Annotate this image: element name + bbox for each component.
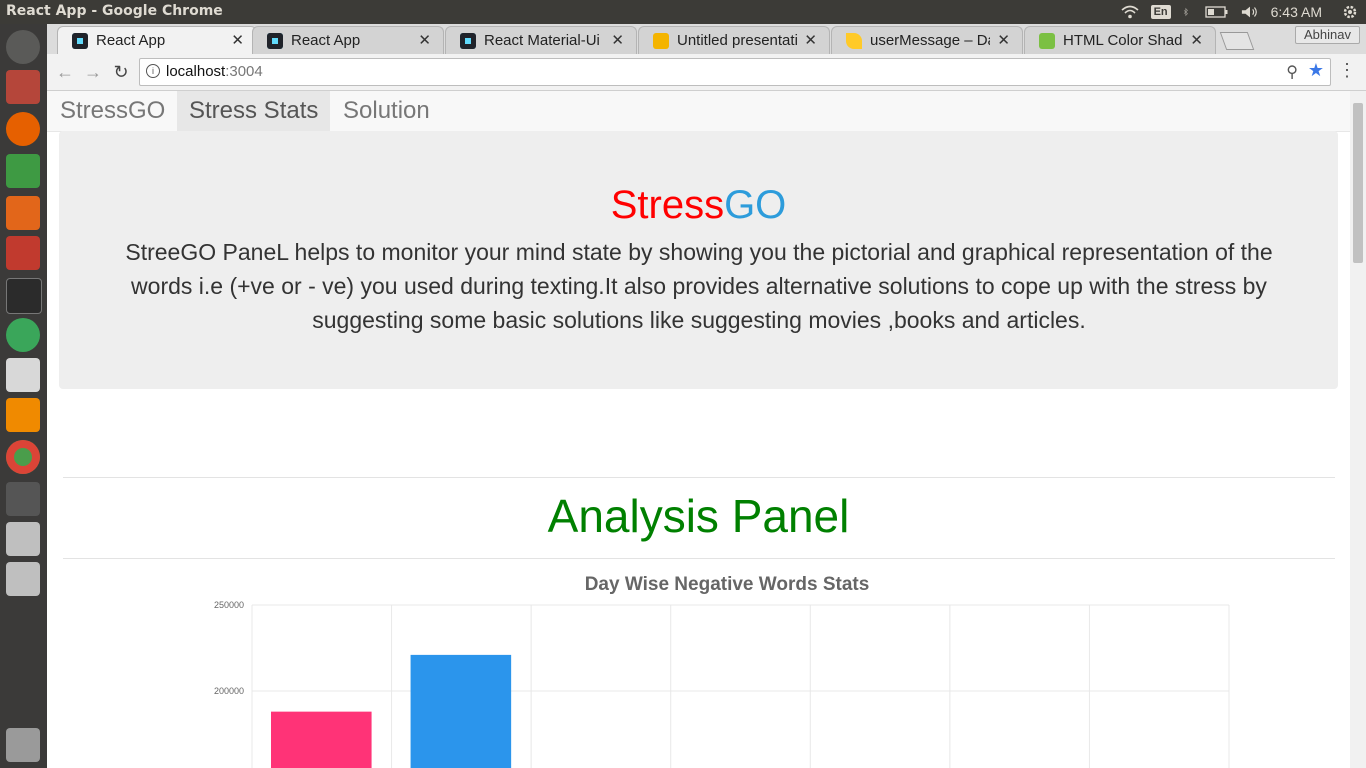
react-icon [72,33,88,49]
bluetooth-icon[interactable] [1183,5,1193,19]
tab-label: React App [291,32,361,49]
url-port: :3004 [225,63,263,80]
atom-editor-icon[interactable] [6,318,40,352]
new-tab-button[interactable] [1219,32,1255,50]
tab-label: Untitled presentati [677,32,797,49]
react-icon [267,33,283,49]
url-host: localhost [166,63,226,80]
page-scrollbar[interactable] [1350,91,1366,768]
close-icon[interactable]: ✕ [997,31,1010,49]
site-info-icon[interactable]: i [146,64,160,78]
tab-untitled-presentation[interactable]: Untitled presentati ✕ [638,26,830,55]
tab-react-material-ui[interactable]: React Material-Ui K ✕ [445,26,637,55]
title-go: GO [724,183,787,227]
tab-label: React Material-Ui K [484,32,604,49]
disk-drive-icon[interactable] [6,522,40,556]
trash-icon[interactable] [6,728,40,762]
tab-label: React App [96,32,166,49]
files-icon[interactable] [6,70,40,104]
browser-toolbar: ← → ↻ i localhost:3004 ⚲ ★ ⋮ [47,54,1366,91]
installer-icon[interactable] [6,358,40,392]
nav-stress-stats[interactable]: Stress Stats [177,91,331,131]
terminal-icon[interactable] [6,278,42,314]
jumbotron-description: StreeGO PaneL helps to monitor your mind… [125,239,1273,333]
scrollbar-thumb[interactable] [1353,103,1363,263]
disk-drive-icon[interactable] [6,562,40,596]
close-icon[interactable]: ✕ [1190,31,1203,49]
wifi-icon[interactable] [1121,5,1139,19]
address-bar[interactable]: i localhost:3004 ⚲ ★ [139,58,1331,86]
color-shades-icon [1039,33,1055,49]
tab-react-app[interactable]: React App ✕ [252,26,444,55]
unity-launcher [0,24,47,768]
vlc-icon[interactable] [6,398,40,432]
y-tick-label: 250000 [214,600,244,610]
tab-react-app-active[interactable]: React App ✕ [57,26,257,55]
tab-strip: React App ✕ React App ✕ React Material-U… [47,24,1366,55]
page-viewport: StressGO Stress Stats Solution StressGO … [47,91,1350,768]
forward-arrow-icon[interactable]: → [83,62,103,82]
zoom-magnifier-icon[interactable]: ⚲ [1286,62,1298,82]
close-icon[interactable]: ✕ [804,31,817,49]
intro-jumbotron: StressGO StreeGO PaneL helps to monitor … [59,131,1338,389]
title-stress: Stress [610,183,725,227]
tab-user-message[interactable]: userMessage – Data ✕ [831,26,1023,55]
system-tools-icon[interactable] [6,236,40,270]
close-icon[interactable]: ✕ [231,31,244,49]
firefox-icon[interactable] [6,112,40,146]
volume-icon[interactable] [1241,5,1259,19]
divider [63,558,1335,559]
window-title: React App - Google Chrome [6,3,223,19]
dash-home-icon[interactable] [6,30,40,64]
firebase-icon [846,33,862,49]
tab-label: HTML Color Shades [1063,32,1183,49]
jumbotron-title: StressGO [59,183,1338,228]
tab-label: userMessage – Data [870,32,990,49]
system-tray: En 6:43 AM [1109,0,1366,24]
close-icon[interactable]: ✕ [611,31,624,49]
clock[interactable]: 6:43 AM [1271,4,1322,20]
bar[interactable] [410,654,512,768]
divider [63,477,1335,478]
close-icon[interactable]: ✕ [418,31,431,49]
google-slides-icon [653,33,669,49]
bar[interactable] [271,711,372,768]
chrome-menu-icon[interactable]: ⋮ [1338,60,1356,81]
battery-icon[interactable] [1204,5,1229,19]
system-top-bar: React App - Google Chrome En 6:43 AM [0,0,1366,24]
negative-words-bar-chart: 250000 200000 [214,600,1230,768]
nav-solution[interactable]: Solution [331,91,442,131]
react-icon [460,33,476,49]
workspace-switcher-icon[interactable] [6,482,40,516]
tab-html-color-shades[interactable]: HTML Color Shades ✕ [1024,26,1216,55]
app-navbar: StressGO Stress Stats Solution [47,91,1350,132]
bookmark-star-icon[interactable]: ★ [1308,60,1324,81]
keyboard-layout-indicator[interactable]: En [1150,5,1171,19]
nav-brand[interactable]: StressGO [48,91,177,131]
reload-icon[interactable]: ↻ [111,62,131,82]
y-tick-label: 200000 [214,686,244,696]
settings-gear-icon[interactable] [1342,4,1358,20]
back-arrow-icon[interactable]: ← [55,62,75,82]
url-text[interactable]: localhost:3004 [166,63,263,80]
profile-button[interactable]: Abhinav [1295,26,1360,44]
analysis-panel-title: Analysis Panel [547,490,850,542]
chrome-icon[interactable] [6,440,40,474]
software-center-icon[interactable] [6,196,40,230]
libreoffice-calc-icon[interactable] [6,154,40,188]
